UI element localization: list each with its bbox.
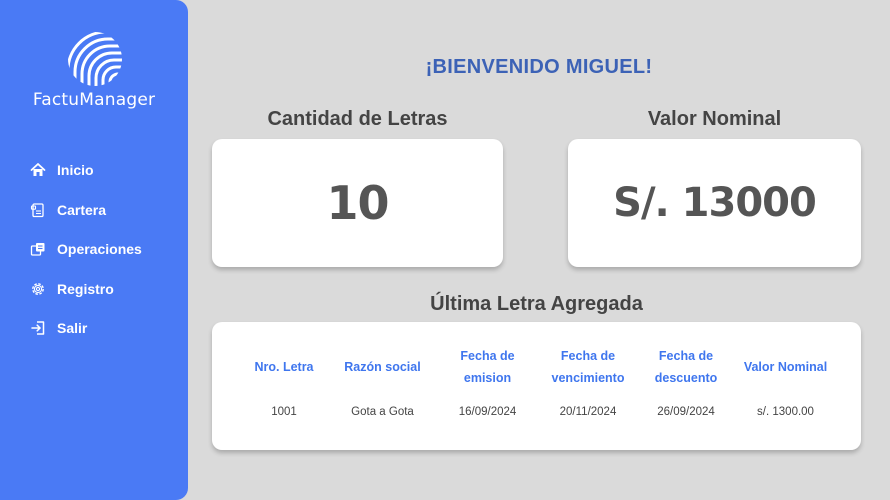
last-letter-card: Nro. Letra Razón social Fecha de emision… (212, 322, 861, 450)
sidebar-item-label: Cartera (57, 201, 107, 218)
sidebar-item-label: Salir (57, 320, 88, 336)
sidebar-item-label: Inicio (57, 162, 94, 178)
last-letter-table: Nro. Letra Razón social Fecha de emision… (238, 342, 835, 432)
sidebar: FactuManager Inicio Cartera Operaciones … (0, 0, 188, 500)
table-cell: 20/11/2024 (559, 406, 617, 418)
sidebar-item-cartera[interactable]: Cartera (30, 200, 142, 220)
sidebar-item-salir[interactable]: Salir (30, 318, 142, 338)
table-header: Nro. Letra (254, 360, 314, 374)
sidebar-item-registro[interactable]: Registro (30, 279, 142, 299)
table-row: 1001 Gota a Gota 16/09/2024 20/11/2024 2… (238, 392, 835, 432)
nominal-title: Valor Nominal (647, 108, 782, 130)
settings-icon (32, 282, 44, 295)
nominal-card: S/. 13000 (568, 139, 861, 267)
table-header: Fecha de descuento (654, 349, 718, 385)
brand-name: FactuManager (32, 90, 156, 110)
count-card: 10 (212, 139, 503, 267)
count-title: Cantidad de Letras (267, 108, 448, 130)
count-value: 10 (326, 176, 389, 230)
table-cell: s/. 1300.00 (757, 406, 814, 418)
table-header: Valor Nominal (743, 360, 828, 374)
operations-icon (30, 243, 45, 256)
sidebar-item-operaciones[interactable]: Operaciones (30, 239, 142, 259)
sidebar-nav: Inicio Cartera Operaciones Registro Sali… (30, 160, 142, 358)
wallet-icon (30, 202, 44, 217)
table-header: Fecha de vencimiento (551, 349, 625, 385)
fingerprint-logo-icon (68, 32, 122, 86)
sidebar-item-inicio[interactable]: Inicio (30, 160, 142, 180)
last-letter-title: Última Letra Agregada (430, 293, 643, 315)
welcome-heading: ¡BIENVENIDO MIGUEL! (425, 56, 653, 78)
nominal-value: S/. 13000 (613, 180, 817, 226)
table-cell: 26/09/2024 (657, 406, 715, 418)
logout-icon (31, 321, 45, 335)
table-cell: Gota a Gota (351, 406, 414, 418)
table-header-row: Nro. Letra Razón social Fecha de emision… (238, 342, 835, 392)
sidebar-item-label: Operaciones (57, 241, 142, 257)
table-header: Fecha de emision (460, 349, 515, 385)
table-cell: 16/09/2024 (458, 406, 517, 418)
table-header: Razón social (344, 360, 421, 374)
table-cell: 1001 (271, 406, 297, 418)
home-icon (30, 163, 46, 176)
sidebar-item-label: Registro (57, 280, 114, 297)
